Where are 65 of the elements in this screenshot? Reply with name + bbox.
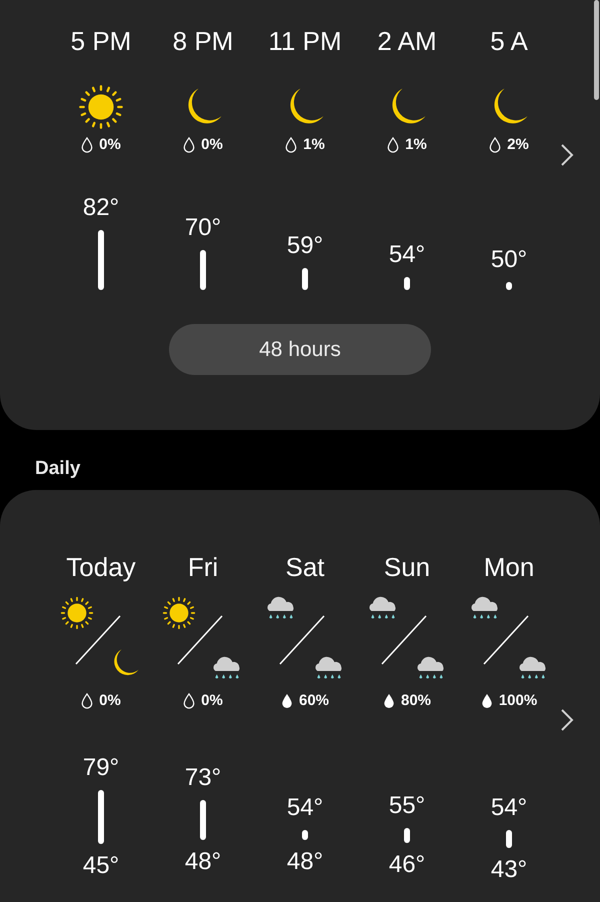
precipitation-chance: 2% bbox=[507, 134, 529, 155]
next-chevron[interactable] bbox=[560, 143, 574, 167]
precipitation-chance: 0% bbox=[99, 690, 121, 711]
precipitation-chance: 1% bbox=[405, 134, 427, 155]
raindrop-icon bbox=[382, 693, 395, 709]
precipitation-chance: 80% bbox=[400, 690, 432, 711]
precipitation-chance: 60% bbox=[298, 690, 330, 711]
low-temperature: 48° bbox=[184, 846, 222, 877]
temperature-bar bbox=[302, 268, 308, 290]
chevron-right-icon bbox=[560, 708, 574, 732]
high-temperature: 73° bbox=[184, 762, 222, 793]
raindrop-icon bbox=[280, 693, 293, 709]
section-heading: Daily bbox=[34, 457, 82, 481]
temperature-bar bbox=[506, 282, 512, 290]
raindrop-icon bbox=[183, 693, 196, 709]
raindrop-icon bbox=[285, 137, 298, 153]
hour-label: 11 PM bbox=[268, 25, 342, 58]
high-temperature: 54° bbox=[286, 793, 324, 823]
precipitation-chance: 1% bbox=[303, 134, 325, 155]
temperature-range-bar bbox=[200, 800, 206, 840]
day-label: Sun bbox=[384, 551, 430, 584]
day-label: Fri bbox=[188, 551, 218, 584]
temperature: 59° bbox=[286, 231, 324, 262]
high-temperature: 79° bbox=[82, 753, 120, 783]
temperature: 70° bbox=[184, 212, 222, 243]
low-temperature: 48° bbox=[286, 846, 324, 877]
scrollbar[interactable] bbox=[594, 0, 599, 100]
chevron-right-icon bbox=[560, 143, 574, 167]
low-temperature: 45° bbox=[82, 851, 120, 882]
high-temperature: 54° bbox=[490, 793, 528, 823]
raindrop-icon bbox=[480, 693, 493, 709]
48-hours-button[interactable]: 48 hours bbox=[169, 324, 431, 375]
high-temperature: 55° bbox=[388, 791, 426, 822]
precipitation-chance: 0% bbox=[201, 690, 223, 711]
precipitation-chance: 0% bbox=[99, 134, 121, 155]
temperature-range-bar bbox=[302, 830, 308, 840]
hour-label: 2 AM bbox=[377, 25, 437, 58]
temperature-bar bbox=[404, 276, 410, 290]
temperature: 82° bbox=[82, 192, 120, 223]
day-label: Mon bbox=[484, 551, 534, 584]
low-temperature: 46° bbox=[388, 850, 426, 880]
temperature-bar bbox=[200, 250, 206, 290]
temperature-bar bbox=[98, 230, 104, 290]
raindrop-icon bbox=[387, 137, 400, 153]
raindrop-icon bbox=[81, 137, 94, 153]
temperature-range-bar bbox=[404, 828, 410, 843]
precipitation-chance: 0% bbox=[201, 134, 223, 155]
sun-icon bbox=[162, 596, 196, 630]
raindrop-icon bbox=[183, 137, 196, 153]
day-label: Sat bbox=[285, 551, 325, 584]
next-chevron[interactable] bbox=[560, 708, 574, 732]
temperature: 54° bbox=[388, 240, 426, 270]
raindrop-icon bbox=[489, 137, 502, 153]
raindrop-icon bbox=[81, 693, 94, 709]
precipitation-chance: 100% bbox=[498, 690, 538, 711]
low-temperature: 43° bbox=[490, 854, 528, 885]
sun-icon bbox=[60, 596, 94, 630]
temperature-range-bar bbox=[98, 790, 104, 844]
hour-label: 5 PM bbox=[70, 25, 132, 58]
temperature: 50° bbox=[490, 245, 528, 275]
sun-icon bbox=[78, 84, 124, 130]
hour-label: 8 PM bbox=[172, 25, 234, 58]
temperature-range-bar bbox=[506, 830, 512, 848]
hour-label: 5 A bbox=[490, 25, 528, 58]
day-label: Today bbox=[66, 551, 136, 584]
